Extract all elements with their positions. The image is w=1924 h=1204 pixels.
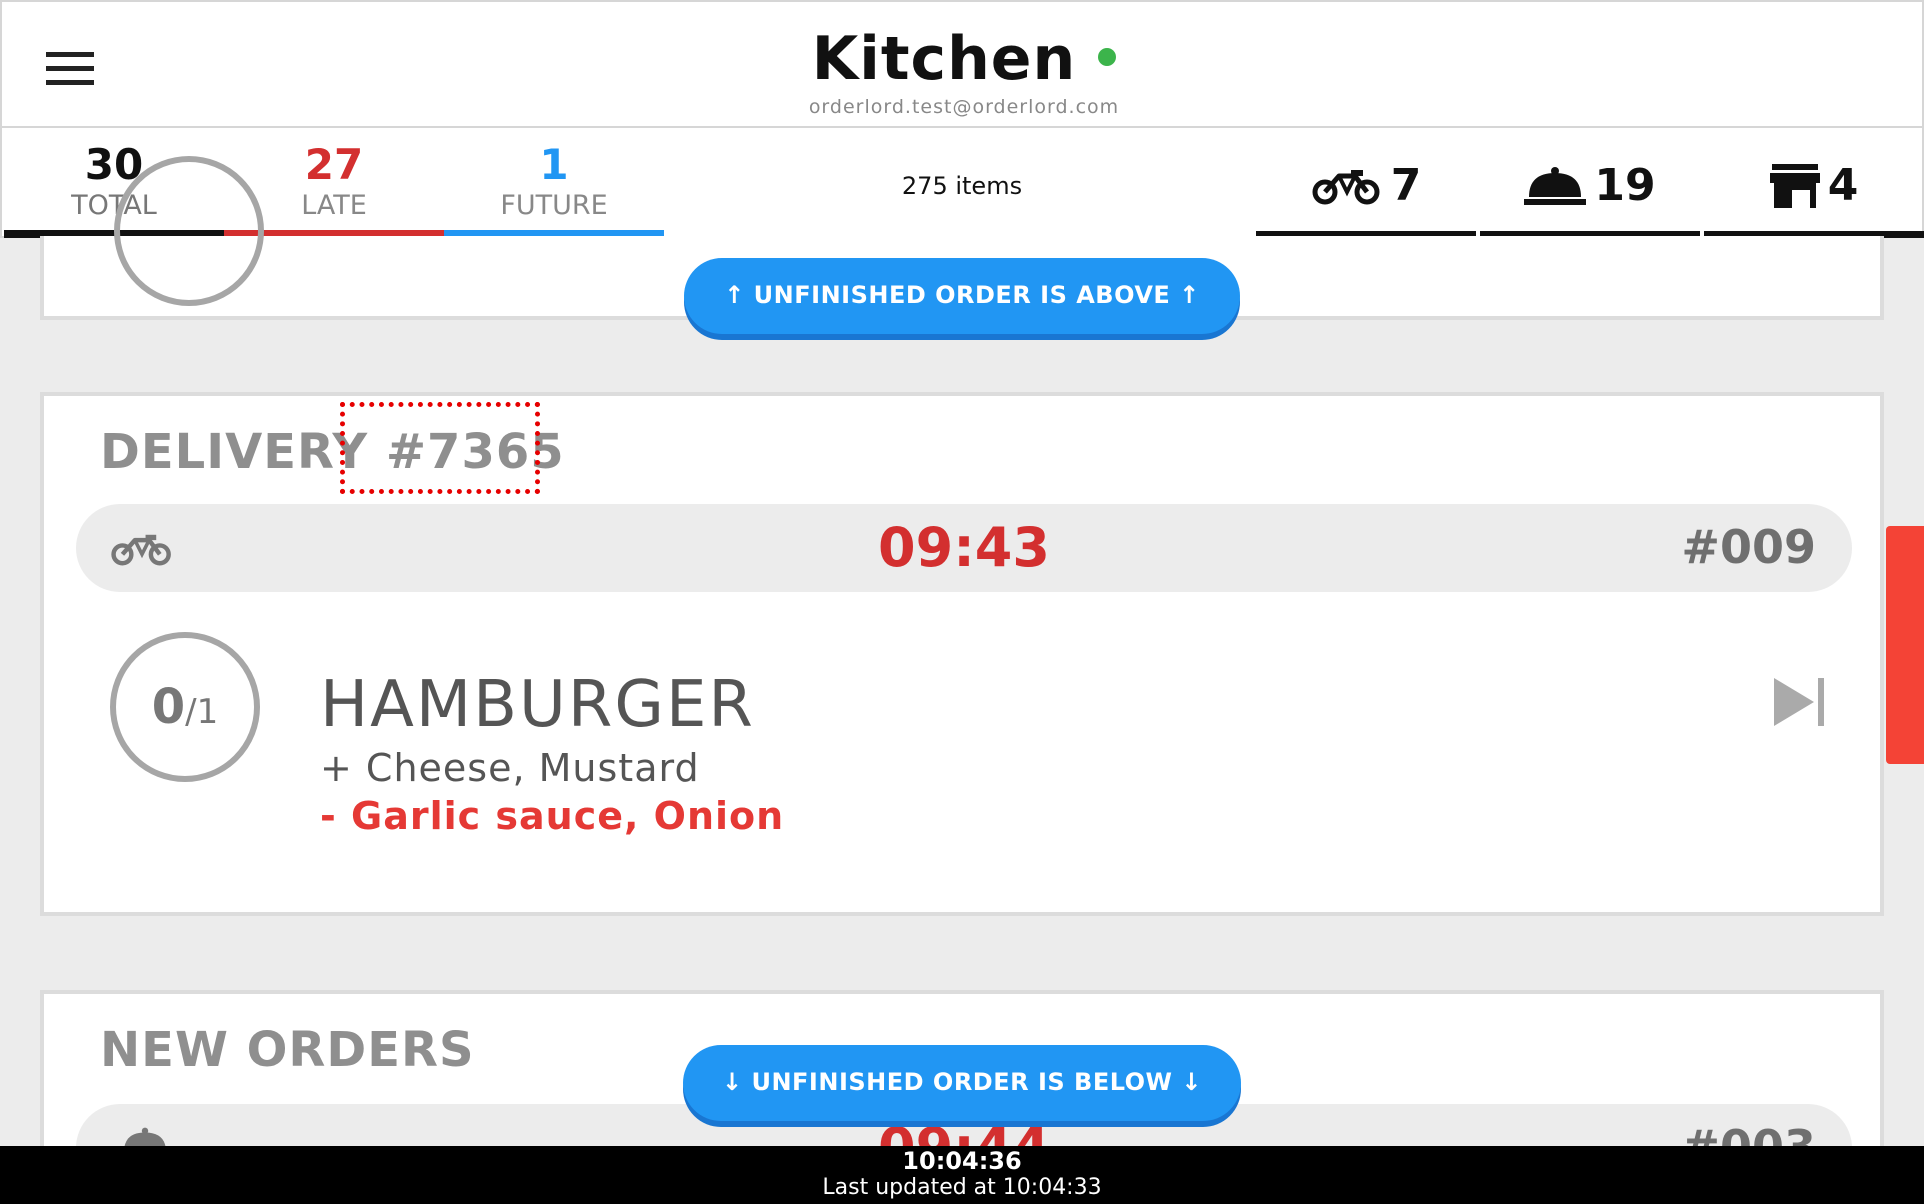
tab-future[interactable]: 1 FUTURE [444,128,664,238]
cloche-icon [1524,166,1587,205]
filter-pickup[interactable]: 4 [1704,128,1924,238]
filter-delivery[interactable]: 7 [1256,128,1476,238]
unfinished-above-button[interactable]: ↑ UNFINISHED ORDER IS ABOVE ↑ [684,258,1240,334]
last-updated: Last updated at 10:04:33 [822,1175,1102,1200]
items-count: 275 items [901,172,1023,200]
skip-next-icon[interactable] [1770,674,1830,730]
motorbike-icon [1312,169,1380,204]
order-type-label: DELIVERY [100,424,369,480]
status-footer: 10:04:36 Last updated at 10:04:33 [0,1146,1924,1204]
item-done-count: 0 [151,679,186,735]
order-meta-bar: 09:43 #009 [76,504,1852,592]
delivery-count: 7 [1390,160,1422,211]
stats-bar: 30 TOTAL 27 LATE 1 FUTURE 275 items 7 19… [0,128,1924,238]
item-removals: - Garlic sauce, Onion [320,794,785,838]
online-status-icon [1098,48,1117,66]
title-wrap: Kitchen [2,24,1924,94]
order-card: DELIVERY #7365 09:43 #009 0/1 HAMBURGER … [40,392,1884,916]
filter-dine-in[interactable]: 19 [1480,128,1700,238]
item-progress-button[interactable]: 0/1 [110,632,260,782]
order-number: #009 [1681,520,1816,574]
item-additions: + Cheese, Mustard [320,746,700,790]
top-bar: Kitchen orderlord.test@orderlord.com [0,0,1924,128]
dine-in-count: 19 [1594,160,1656,211]
store-icon [1769,163,1820,208]
item-progress-slash: / [185,692,197,732]
current-time: 10:04:36 [902,1147,1022,1175]
item-progress-ring [114,156,264,306]
item-name: HAMBURGER [320,668,755,742]
highlight-annotation [340,402,540,494]
account-email: orderlord.test@orderlord.com [808,96,1120,118]
item-total-count: 1 [196,692,219,732]
future-count: 1 [539,140,569,189]
future-label: FUTURE [500,190,608,221]
unfinished-below-button[interactable]: ↓ UNFINISHED ORDER IS BELOW ↓ [683,1045,1241,1121]
order-time: 09:43 [878,516,1050,579]
scroll-indicator[interactable] [1886,526,1924,764]
late-count: 27 [304,140,364,189]
pickup-count: 4 [1827,160,1859,211]
new-orders-title: NEW ORDERS [100,1022,475,1078]
page-title: Kitchen [811,24,1077,94]
